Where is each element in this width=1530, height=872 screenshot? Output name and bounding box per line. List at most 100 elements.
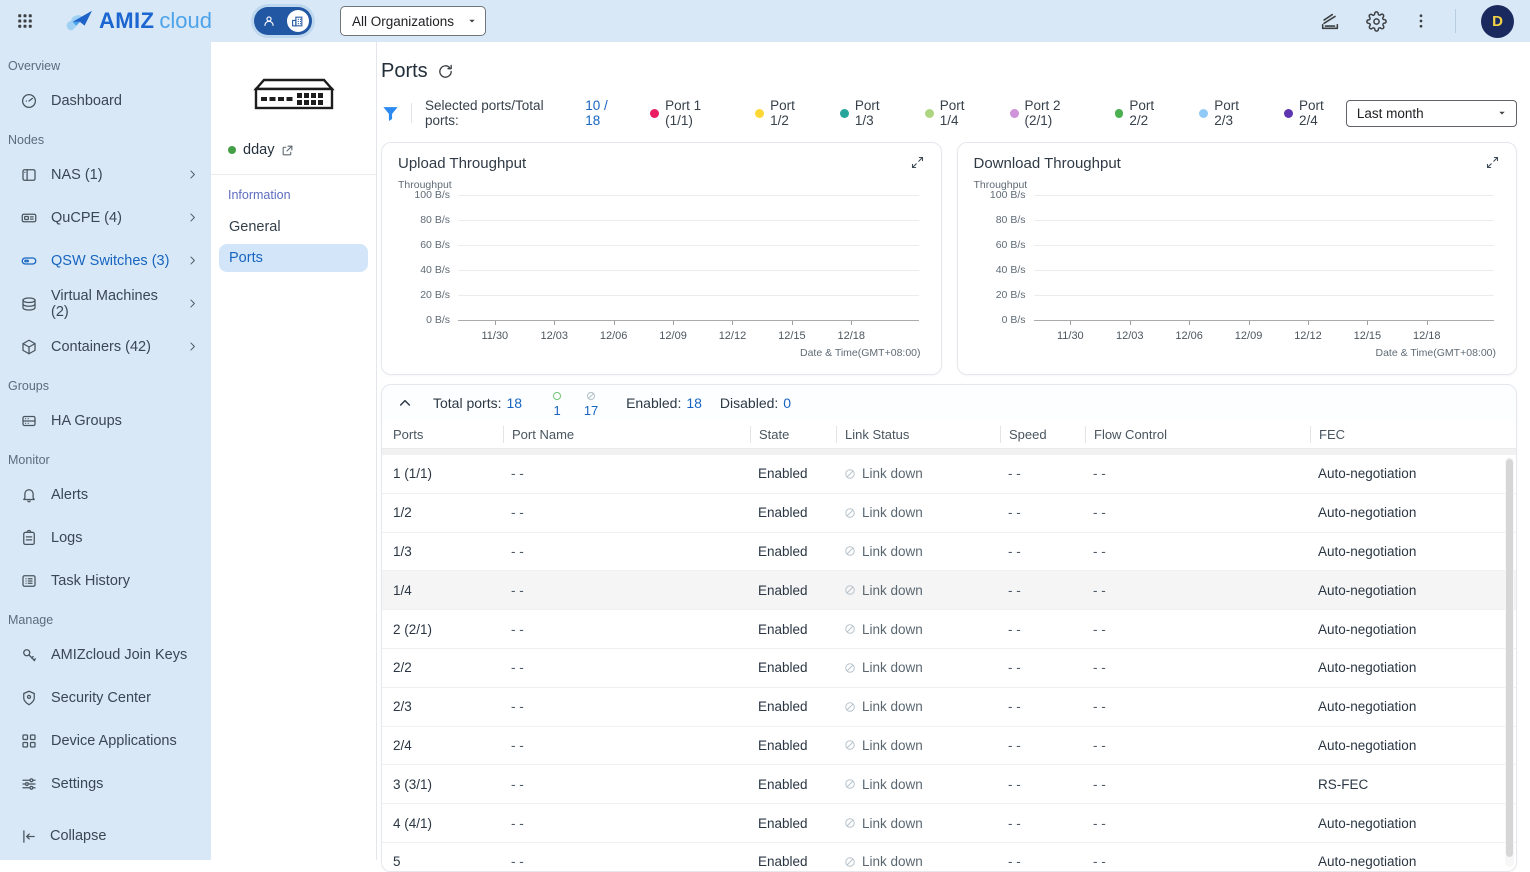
filter-icon[interactable]	[381, 104, 400, 123]
cell-state: Enabled	[750, 466, 836, 481]
cell-port-name: - -	[503, 544, 750, 559]
table-row-port-5[interactable]: 5- -EnabledLink down- -- -Auto-negotiati…	[382, 843, 1516, 872]
x-tick-label: 12/18	[838, 330, 866, 342]
sidebar-item-organization[interactable]: Organization	[0, 805, 211, 812]
legend-chip-port-1-2[interactable]: Port 1/2	[755, 98, 817, 128]
legend-dot	[840, 109, 849, 118]
chevron-right-icon	[186, 340, 199, 353]
x-tick-label: 12/09	[1235, 330, 1263, 342]
table-row-port-2-3[interactable]: 2/3- -EnabledLink down- -- -Auto-negotia…	[382, 688, 1516, 727]
selected-ports-label: Selected ports/Total ports:	[425, 98, 580, 128]
vertical-scrollbar[interactable]	[1505, 457, 1514, 867]
column-header-ports: Ports	[385, 426, 503, 443]
sidebar-item-amizcloud-join-keys[interactable]: AMIZcloud Join Keys	[0, 633, 211, 676]
sidebar-item-nas-1[interactable]: NAS (1)	[0, 153, 211, 196]
column-header-flow-control: Flow Control	[1085, 426, 1310, 443]
person-icon	[262, 14, 276, 28]
sidebar-item-qucpe-4[interactable]: QuCPE (4)	[0, 196, 211, 239]
cell-fec: Auto-negotiation	[1310, 738, 1516, 753]
y-tick-label: 100 B/s	[972, 189, 1026, 201]
cell-fec: Auto-negotiation	[1310, 816, 1516, 831]
device-menu-item-ports[interactable]: Ports	[219, 244, 368, 272]
sidebar-item-ha-groups[interactable]: HA Groups	[0, 399, 211, 442]
sidebar-item-logs[interactable]: Logs	[0, 516, 211, 559]
cell-link-status: Link down	[836, 777, 1000, 792]
avatar[interactable]: D	[1481, 5, 1514, 38]
organization-select[interactable]: All Organizations	[340, 6, 486, 36]
cell-link-status: Link down	[836, 660, 1000, 675]
external-link-icon[interactable]	[281, 144, 294, 157]
legend-chip-port-2-2[interactable]: Port 2/2	[1115, 98, 1177, 128]
refresh-icon[interactable]	[437, 63, 454, 80]
legend-chip-port-2-3[interactable]: Port 2/3	[1199, 98, 1261, 128]
cell-link-status: Link down	[836, 583, 1000, 598]
x-tick-label: 12/06	[600, 330, 628, 342]
cell-state: Enabled	[750, 660, 836, 675]
collapse-button[interactable]: Collapse	[0, 812, 211, 860]
legend-chip-port-1-3[interactable]: Port 1/3	[840, 98, 902, 128]
link-down-icon	[844, 507, 856, 519]
sidebar-item-qsw-switches-3[interactable]: QSW Switches (3)	[0, 239, 211, 282]
legend-chip-port-1-4[interactable]: Port 1/4	[925, 98, 987, 128]
switch-icon	[20, 252, 38, 270]
task-queue-icon[interactable]	[1319, 10, 1341, 32]
expand-chart-icon[interactable]	[910, 155, 925, 170]
expand-chart-icon[interactable]	[1485, 155, 1500, 170]
cell-fec: Auto-negotiation	[1310, 699, 1516, 714]
cell-port-name: - -	[503, 505, 750, 520]
cell-speed: - -	[1000, 505, 1085, 520]
link-down-icon	[844, 701, 856, 713]
sidebar-item-dashboard[interactable]: Dashboard	[0, 79, 211, 122]
cell-state: Enabled	[750, 699, 836, 714]
table-row-port-1-3[interactable]: 1/3- -EnabledLink down- -- -Auto-negotia…	[382, 533, 1516, 572]
legend-label: Port 2/2	[1129, 98, 1176, 128]
legend-chip-port-1-1-1[interactable]: Port 1 (1/1)	[650, 98, 732, 128]
link-up-icon	[552, 389, 562, 403]
gear-icon[interactable]	[1366, 11, 1387, 32]
logs-icon	[20, 529, 38, 547]
sidebar-item-alerts[interactable]: Alerts	[0, 473, 211, 516]
chart-title: Upload Throughput	[398, 155, 526, 172]
collapse-table-icon[interactable]	[397, 395, 413, 411]
sidebar-item-containers-42[interactable]: Containers (42)	[0, 325, 211, 368]
scrollbar-thumb[interactable]	[1506, 459, 1513, 857]
table-row-port-1-4[interactable]: 1/4- -EnabledLink down- -- -Auto-negotia…	[382, 571, 1516, 610]
cell-link-status: Link down	[836, 544, 1000, 559]
menu-header: Information	[211, 175, 376, 210]
cell-fec: Auto-negotiation	[1310, 505, 1516, 520]
x-tick-label: 12/18	[1413, 330, 1441, 342]
scope-toggle[interactable]	[254, 7, 312, 35]
y-tick-label: 20 B/s	[396, 289, 450, 301]
enabled-value: 18	[686, 395, 702, 411]
legend-dot	[1115, 109, 1124, 118]
legend-chip-port-2-2-1[interactable]: Port 2 (2/1)	[1010, 98, 1092, 128]
app-launcher-icon[interactable]	[16, 12, 34, 30]
device-menu-item-general[interactable]: General	[219, 213, 368, 241]
table-row-port-2-2-1[interactable]: 2 (2/1)- -EnabledLink down- -- -Auto-neg…	[382, 610, 1516, 649]
sidebar-item-settings[interactable]: Settings	[0, 762, 211, 805]
table-row-port-1-1-1[interactable]: 1 (1/1)- -EnabledLink down- -- -Auto-neg…	[382, 455, 1516, 494]
cell-speed: - -	[1000, 466, 1085, 481]
sidebar-item-virtual-machines-2[interactable]: Virtual Machines (2)	[0, 282, 211, 325]
sidebar-item-device-applications[interactable]: Device Applications	[0, 719, 211, 762]
y-tick-label: 60 B/s	[972, 239, 1026, 251]
table-row-port-1-2[interactable]: 1/2- -EnabledLink down- -- -Auto-negotia…	[382, 494, 1516, 533]
sidebar-item-label: NAS (1)	[51, 167, 173, 183]
table-row-port-2-4[interactable]: 2/4- -EnabledLink down- -- -Auto-negotia…	[382, 727, 1516, 766]
legend-label: Port 2/3	[1214, 98, 1261, 128]
kebab-menu-icon[interactable]	[1412, 12, 1430, 30]
building-icon	[287, 10, 309, 32]
table-row-port-4-4-1[interactable]: 4 (4/1)- -EnabledLink down- -- -Auto-neg…	[382, 804, 1516, 843]
cell-flow-control: - -	[1085, 622, 1310, 637]
sidebar-item-task-history[interactable]: Task History	[0, 559, 211, 602]
cell-fec: Auto-negotiation	[1310, 466, 1516, 481]
total-ports-value: 18	[506, 395, 522, 411]
legend-chip-port-2-4[interactable]: Port 2/4	[1284, 98, 1346, 128]
table-row-port-3-3-1[interactable]: 3 (3/1)- -EnabledLink down- -- -RS-FEC	[382, 765, 1516, 804]
horizontal-scrollbar[interactable]	[382, 448, 1516, 455]
y-tick-label: 60 B/s	[396, 239, 450, 251]
table-row-port-2-2[interactable]: 2/2- -EnabledLink down- -- -Auto-negotia…	[382, 649, 1516, 688]
x-tick-label: 12/12	[1294, 330, 1322, 342]
time-range-select[interactable]: Last month	[1346, 100, 1517, 127]
sidebar-item-security-center[interactable]: Security Center	[0, 676, 211, 719]
